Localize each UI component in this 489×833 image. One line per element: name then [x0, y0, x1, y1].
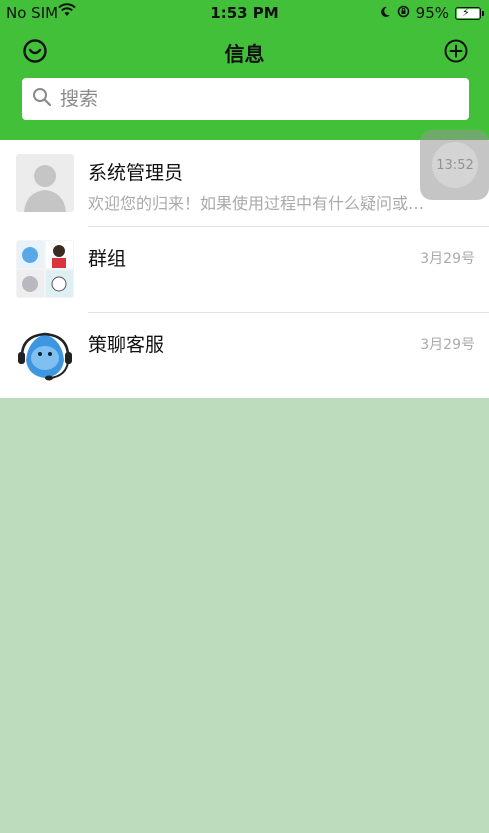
- search-input[interactable]: [58, 87, 442, 111]
- battery-percent: 95%: [415, 4, 449, 22]
- status-bar: No SIM 1:53 PM 95% ⚡: [0, 0, 489, 26]
- conversation-row-group[interactable]: 群组 3月29号: [0, 226, 489, 312]
- page-title: 信息: [224, 42, 265, 66]
- floating-time-label: 13:52: [432, 142, 478, 188]
- conversation-name: 系统管理员: [88, 162, 184, 184]
- status-right: 95% ⚡: [379, 4, 484, 22]
- avatar: [16, 326, 74, 384]
- avatar: [16, 240, 74, 298]
- search-bar[interactable]: [22, 78, 469, 120]
- battery-icon: ⚡: [455, 6, 484, 20]
- conversation-time: 3月29号: [420, 337, 475, 353]
- nav-bar: 信息: [0, 32, 489, 72]
- orientation-lock-icon: [397, 4, 410, 22]
- conversation-row-admin[interactable]: 系统管理员 欢迎您的归来！如果使用过程中有什么疑问或…: [0, 140, 489, 226]
- conversation-time: 3月29号: [420, 251, 475, 267]
- avatar: [16, 154, 74, 212]
- conversation-preview: 欢迎您的归来！如果使用过程中有什么疑问或…: [88, 194, 425, 213]
- conversation-list: 系统管理员 欢迎您的归来！如果使用过程中有什么疑问或… 群组 3月29号 策聊客…: [0, 140, 489, 398]
- assistive-touch-button[interactable]: 13:52: [420, 130, 489, 200]
- conversation-name: 群组: [88, 248, 127, 270]
- moon-icon: [379, 4, 391, 22]
- header: No SIM 1:53 PM 95% ⚡ 信息 搜索: [0, 0, 489, 140]
- search-icon: [22, 87, 52, 111]
- conversation-name: 策聊客服: [88, 334, 165, 356]
- conversation-row-service[interactable]: 策聊客服 3月29号: [0, 312, 489, 398]
- add-icon[interactable]: [443, 38, 469, 64]
